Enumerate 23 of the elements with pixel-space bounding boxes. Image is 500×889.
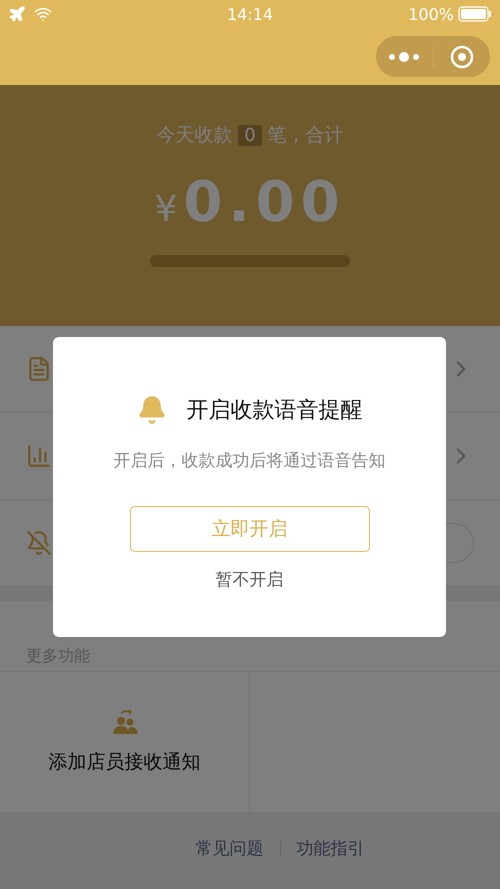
- footer-link[interactable]: 功能指引: [296, 837, 364, 860]
- summary-label: 笔，合计: [268, 123, 344, 148]
- battery-percent: 100%: [408, 4, 454, 24]
- feature-tile[interactable]: 添加店员接收通知: [0, 672, 250, 812]
- airplane-icon: [8, 5, 26, 23]
- total-amount: 0.00: [183, 170, 346, 235]
- summary-label: 今天收款: [156, 123, 232, 148]
- cancel-button[interactable]: 暂不开启: [208, 564, 292, 595]
- enable-button[interactable]: 立即开启: [130, 506, 370, 552]
- footer-link[interactable]: 常见问题: [196, 837, 264, 860]
- clock-time: 14:14: [226, 4, 274, 24]
- bell-off-icon: [26, 530, 52, 556]
- dialog-message: 开启后，收款成功后将通过语音告知: [114, 450, 386, 472]
- chart-icon: [26, 443, 52, 469]
- currency-symbol: ¥: [154, 189, 178, 230]
- feature-label: 添加店员接收通知: [48, 750, 200, 775]
- users-icon: [110, 709, 138, 735]
- dialog-title: 开启收款语音提醒: [186, 397, 362, 425]
- wifi-icon: [34, 5, 52, 23]
- bell-icon: [136, 395, 166, 425]
- more-icon[interactable]: [387, 50, 422, 62]
- battery-icon: [458, 6, 492, 22]
- payment-count: 0: [238, 124, 262, 146]
